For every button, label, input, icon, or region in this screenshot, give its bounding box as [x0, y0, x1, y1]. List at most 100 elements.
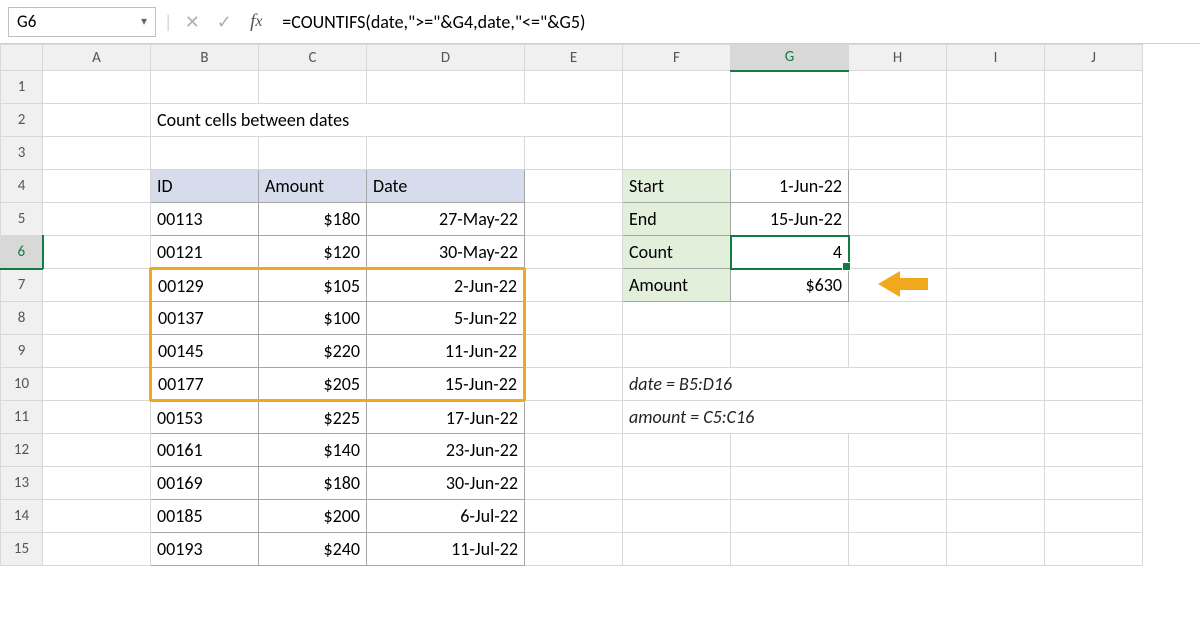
cell[interactable] [623, 104, 731, 137]
cell[interactable] [1045, 71, 1143, 104]
cell[interactable] [623, 71, 731, 104]
cell[interactable] [43, 434, 151, 467]
cell[interactable] [1045, 137, 1143, 170]
hdr-amount[interactable]: Amount [259, 170, 367, 203]
cell-date[interactable]: 30-Jun-22 [367, 467, 525, 500]
cell[interactable] [1045, 401, 1143, 434]
cell-amount[interactable]: $220 [259, 335, 367, 368]
row-15[interactable]: 15 [1, 533, 43, 566]
cell-amount[interactable]: $120 [259, 236, 367, 269]
cell-date[interactable]: 27-May-22 [367, 203, 525, 236]
cell-id[interactable]: 00153 [151, 401, 259, 434]
cell[interactable] [947, 170, 1045, 203]
chevron-down-icon[interactable]: ▾ [141, 14, 147, 29]
cell[interactable] [731, 302, 849, 335]
cell-id[interactable]: 00169 [151, 467, 259, 500]
cell[interactable] [525, 71, 623, 104]
cell-id[interactable]: 00185 [151, 500, 259, 533]
cell[interactable] [623, 335, 731, 368]
cell[interactable] [849, 104, 947, 137]
cell[interactable] [525, 236, 623, 269]
cell[interactable] [1045, 236, 1143, 269]
cell[interactable] [947, 203, 1045, 236]
select-all-corner[interactable] [1, 45, 43, 71]
note-date[interactable]: date = B5:D16 [623, 368, 947, 401]
cell[interactable] [623, 434, 731, 467]
cell[interactable] [849, 71, 947, 104]
cell[interactable] [849, 335, 947, 368]
cell-date[interactable]: 23-Jun-22 [367, 434, 525, 467]
col-B[interactable]: B [151, 45, 259, 71]
count-value[interactable]: 4 [731, 236, 849, 269]
cell[interactable] [849, 434, 947, 467]
col-G[interactable]: G [731, 45, 849, 71]
cell[interactable] [259, 71, 367, 104]
cell[interactable] [947, 104, 1045, 137]
name-box[interactable]: G6 ▾ [8, 7, 156, 37]
col-H[interactable]: H [849, 45, 947, 71]
cell[interactable] [1045, 170, 1143, 203]
cell[interactable] [947, 467, 1045, 500]
fx-icon[interactable]: fx [244, 10, 268, 34]
cell[interactable] [43, 170, 151, 203]
row-12[interactable]: 12 [1, 434, 43, 467]
cell[interactable] [43, 203, 151, 236]
cell[interactable] [1045, 533, 1143, 566]
cell-date[interactable]: 17-Jun-22 [367, 401, 525, 434]
cell[interactable] [623, 533, 731, 566]
accept-icon[interactable]: ✓ [212, 10, 236, 34]
col-A[interactable]: A [43, 45, 151, 71]
col-E[interactable]: E [525, 45, 623, 71]
cell[interactable] [1045, 335, 1143, 368]
cell[interactable] [43, 302, 151, 335]
cell[interactable] [525, 401, 623, 434]
cell[interactable] [1045, 302, 1143, 335]
cell-date[interactable]: 5-Jun-22 [367, 302, 525, 335]
cell[interactable] [731, 335, 849, 368]
cell[interactable] [43, 467, 151, 500]
cell[interactable] [259, 137, 367, 170]
row-5[interactable]: 5 [1, 203, 43, 236]
cell-date[interactable]: 6-Jul-22 [367, 500, 525, 533]
hdr-date[interactable]: Date [367, 170, 525, 203]
col-I[interactable]: I [947, 45, 1045, 71]
spreadsheet-grid[interactable]: A B C D E F G H I J 1 2 Count cells betw… [0, 44, 1200, 566]
cell[interactable] [947, 533, 1045, 566]
cell-amount[interactable]: $200 [259, 500, 367, 533]
cell[interactable] [947, 368, 1045, 401]
col-F[interactable]: F [623, 45, 731, 71]
cell[interactable] [525, 500, 623, 533]
page-title[interactable]: Count cells between dates [151, 104, 623, 137]
cell[interactable] [525, 533, 623, 566]
col-J[interactable]: J [1045, 45, 1143, 71]
cell[interactable] [1045, 203, 1143, 236]
cell[interactable] [1045, 500, 1143, 533]
cell-date[interactable]: 11-Jun-22 [367, 335, 525, 368]
row-10[interactable]: 10 [1, 368, 43, 401]
cell[interactable] [849, 533, 947, 566]
cell-date[interactable]: 2-Jun-22 [367, 269, 525, 302]
cell[interactable] [623, 500, 731, 533]
cell-amount[interactable]: $180 [259, 203, 367, 236]
cell[interactable] [43, 533, 151, 566]
col-D[interactable]: D [367, 45, 525, 71]
row-6[interactable]: 6 [1, 236, 43, 269]
cell[interactable] [151, 71, 259, 104]
row-13[interactable]: 13 [1, 467, 43, 500]
cell[interactable] [947, 434, 1045, 467]
cell[interactable] [731, 71, 849, 104]
cell[interactable] [151, 137, 259, 170]
cell[interactable] [43, 500, 151, 533]
cell[interactable] [947, 137, 1045, 170]
cell[interactable] [947, 302, 1045, 335]
cell[interactable] [43, 236, 151, 269]
hdr-id[interactable]: ID [151, 170, 259, 203]
row-2[interactable]: 2 [1, 104, 43, 137]
start-label[interactable]: Start [623, 170, 731, 203]
cell[interactable] [525, 203, 623, 236]
row-14[interactable]: 14 [1, 500, 43, 533]
count-label[interactable]: Count [623, 236, 731, 269]
cell-date[interactable]: 11-Jul-22 [367, 533, 525, 566]
cell[interactable] [43, 269, 151, 302]
row-8[interactable]: 8 [1, 302, 43, 335]
